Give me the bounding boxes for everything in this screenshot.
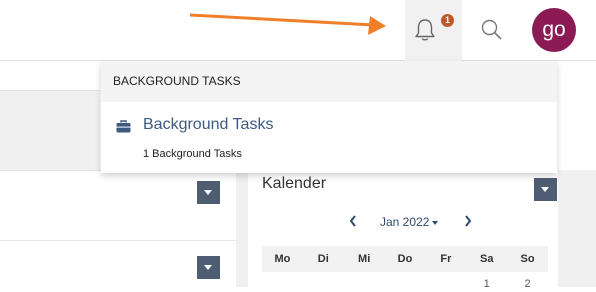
calendar-first-week: 1 2 <box>262 276 548 292</box>
weekday-label: Di <box>317 253 329 265</box>
calendar-title: Kalender <box>262 175 327 192</box>
user-avatar[interactable]: go <box>532 8 576 52</box>
weekday-label: Sa <box>479 253 494 265</box>
caret-down-icon[interactable] <box>432 221 438 225</box>
column-gap <box>236 170 248 287</box>
chevron-left-icon[interactable] <box>348 214 358 228</box>
day-cell[interactable] <box>385 276 426 292</box>
bell-icon[interactable] <box>413 17 437 43</box>
chevron-right-icon[interactable] <box>463 214 473 228</box>
weekday-label: Do <box>397 253 413 265</box>
weekday-label: Fr <box>440 253 452 265</box>
background-task-link[interactable]: Background Tasks <box>143 116 273 134</box>
dropdown-header: BACKGROUND TASKS <box>101 61 557 102</box>
weekday-label: Mo <box>274 253 291 265</box>
day-cell[interactable]: 2 <box>507 276 548 292</box>
day-cell[interactable] <box>425 276 466 292</box>
panel-divider-2 <box>0 240 236 241</box>
background-task-count: 1 Background Tasks <box>143 148 242 160</box>
right-gap <box>558 170 596 287</box>
day-cell[interactable] <box>344 276 385 292</box>
background-tasks-dropdown: BACKGROUND TASKS Background Tasks 1 Back… <box>101 61 557 173</box>
weekday-label: So <box>520 253 535 265</box>
left-panel-header <box>0 90 100 170</box>
search-icon[interactable] <box>480 18 504 42</box>
day-cell[interactable]: 1 <box>466 276 507 292</box>
month-selector[interactable]: Jan 2022 <box>380 215 429 229</box>
briefcase-icon <box>116 120 131 133</box>
day-cell[interactable] <box>262 276 303 292</box>
notification-count-badge: 1 <box>441 14 454 27</box>
panel-dropdown-button-2[interactable] <box>197 256 220 279</box>
weekday-label: Mi <box>358 253 371 265</box>
day-cell[interactable] <box>303 276 344 292</box>
weekday-header: Mo Di Mi Do Fr Sa So <box>262 246 548 272</box>
panel-dropdown-button[interactable] <box>197 181 220 204</box>
calendar-dropdown-button[interactable] <box>534 178 557 201</box>
arrow-annotation-icon <box>189 13 386 35</box>
